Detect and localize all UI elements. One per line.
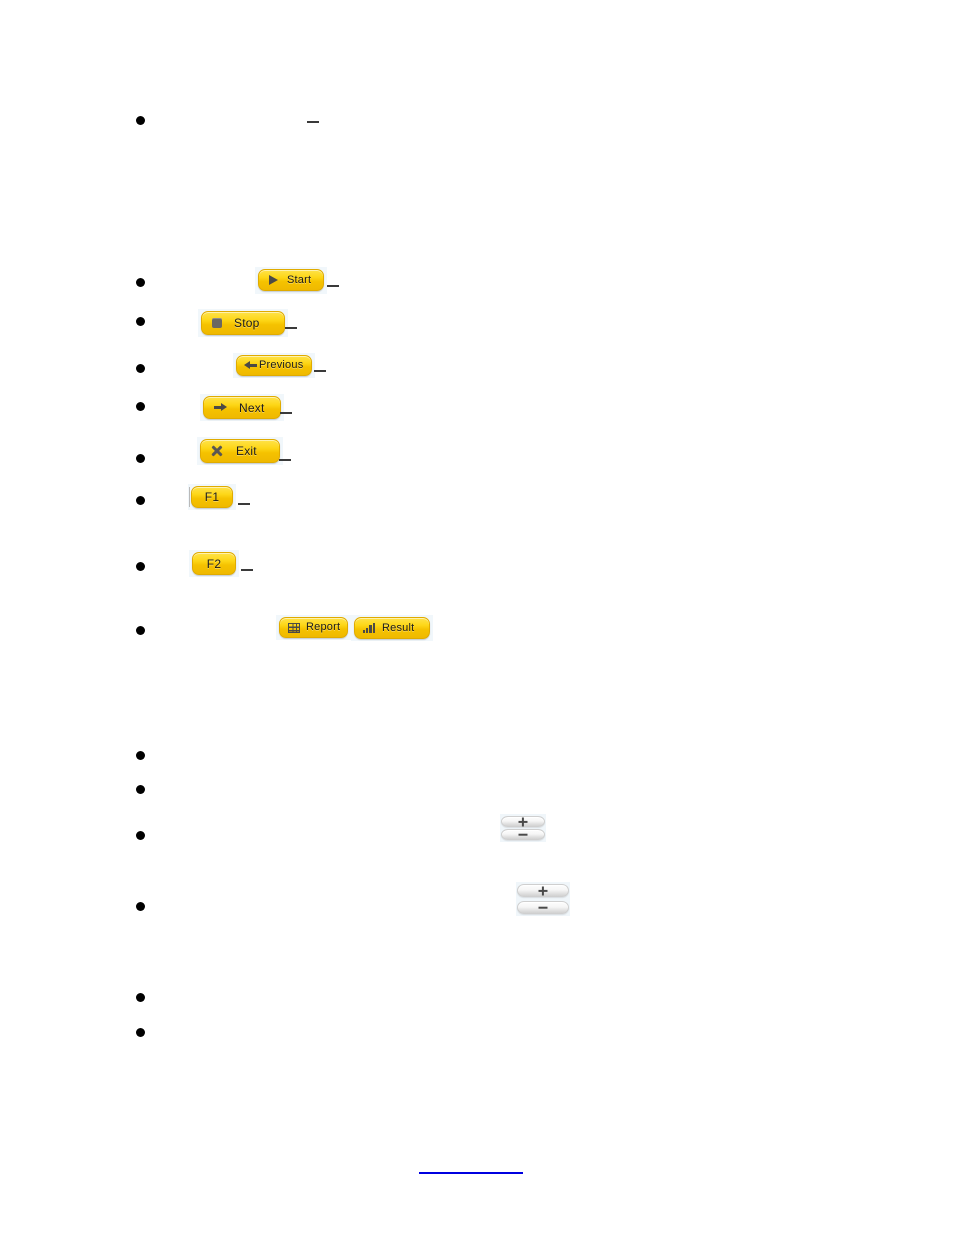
list-bullet [136, 562, 145, 571]
stepper-decrement-button[interactable] [501, 829, 545, 840]
exit-button[interactable]: Exit [200, 439, 280, 463]
bar-chart-icon [363, 623, 375, 633]
list-bullet [136, 902, 145, 911]
text-dash [280, 412, 292, 414]
result-button[interactable]: Result [354, 617, 430, 639]
list-bullet [136, 496, 145, 505]
result-button-label: Result [382, 621, 415, 634]
stepper-decrement-button[interactable] [517, 901, 569, 914]
text-dash [238, 503, 250, 505]
text-dash [327, 285, 339, 287]
list-bullet [136, 1028, 145, 1037]
close-x-icon [211, 445, 223, 457]
list-bullet [136, 454, 145, 463]
next-button[interactable]: Next [203, 396, 281, 419]
list-bullet [136, 116, 145, 125]
f2-button[interactable]: F2 [192, 552, 236, 575]
exit-button-label: Exit [236, 444, 257, 458]
previous-button-label: Previous [259, 359, 304, 371]
stepper-increment-button[interactable] [517, 884, 569, 897]
list-bullet [136, 993, 145, 1002]
text-dash [285, 327, 297, 329]
list-bullet [136, 626, 145, 635]
document-page: Start Stop Previous Next Exit F1 F2 Repo… [0, 0, 954, 1235]
quantity-stepper-2[interactable] [516, 882, 570, 916]
minus-icon [538, 903, 548, 913]
text-dash [279, 459, 291, 461]
play-icon [269, 275, 278, 285]
quantity-stepper-1[interactable] [500, 814, 546, 842]
text-dash [241, 569, 253, 571]
list-bullet [136, 317, 145, 326]
list-bullet [136, 831, 145, 840]
list-bullet [136, 364, 145, 373]
list-bullet [136, 278, 145, 287]
stop-button-label: Stop [234, 316, 260, 330]
text-dash [307, 121, 319, 123]
plus-icon [538, 886, 548, 896]
arrow-left-icon [244, 361, 257, 370]
f1-button[interactable]: F1 [191, 486, 233, 508]
stop-button[interactable]: Stop [201, 311, 285, 335]
stepper-increment-button[interactable] [501, 816, 545, 827]
text-dash [314, 370, 326, 372]
previous-button[interactable]: Previous [236, 355, 312, 376]
report-button[interactable]: Report [279, 617, 348, 638]
grid-table-icon [288, 622, 300, 633]
start-button-label: Start [287, 273, 312, 286]
list-bullet [136, 785, 145, 794]
f1-button-label: F1 [204, 490, 220, 504]
vertical-rule-artifact [189, 487, 190, 507]
report-button-label: Report [306, 621, 341, 633]
next-button-label: Next [239, 400, 265, 415]
f2-button-label: F2 [206, 556, 222, 571]
plus-icon [519, 817, 528, 826]
start-button[interactable]: Start [258, 269, 324, 291]
arrow-right-icon [214, 403, 227, 412]
list-bullet [136, 402, 145, 411]
list-bullet [136, 751, 145, 760]
footer-hyperlink[interactable] [419, 1172, 523, 1174]
stop-square-icon [212, 318, 222, 328]
minus-icon [519, 830, 528, 839]
